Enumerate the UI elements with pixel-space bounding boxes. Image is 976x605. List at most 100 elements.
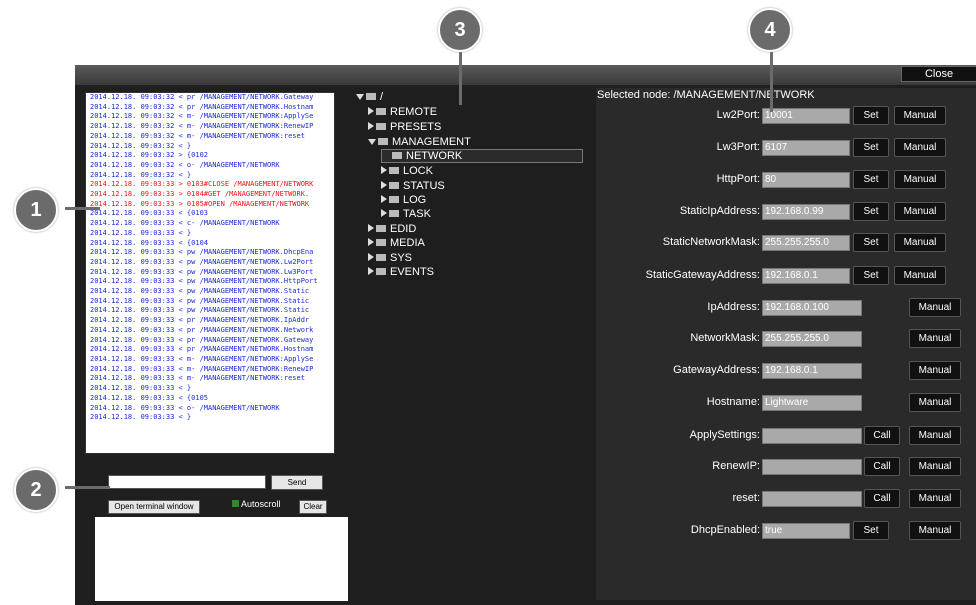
terminal-line: 2014.12.18. 09:03:32 < m- /MANAGEMENT/NE… [90, 112, 314, 121]
chevron-right-icon[interactable] [368, 253, 374, 261]
property-label: IpAddress: [707, 301, 760, 313]
chevron-down-icon[interactable] [368, 139, 376, 145]
chevron-right-icon[interactable] [368, 122, 374, 130]
terminal-line: 2014.12.18. 09:03:33 < m- /MANAGEMENT/NE… [90, 364, 314, 373]
manual-button[interactable]: Manual [894, 138, 946, 157]
tree-root[interactable]: / [356, 91, 383, 103]
chevron-right-icon[interactable] [368, 107, 374, 115]
folder-icon [376, 123, 386, 130]
tree-item-network[interactable]: NETWORK [381, 149, 584, 163]
folder-icon [376, 268, 386, 275]
set-button[interactable]: Set [853, 138, 889, 157]
chevron-right-icon[interactable] [381, 209, 387, 217]
manual-button[interactable]: Manual [909, 426, 961, 445]
set-button[interactable]: Set [853, 266, 889, 285]
property-value-field[interactable]: 80 [762, 172, 850, 188]
manual-button[interactable]: Manual [909, 393, 961, 412]
chevron-right-icon[interactable] [381, 166, 387, 174]
property-value-field[interactable]: 255.255.255.0 [762, 235, 850, 251]
manual-button[interactable]: Manual [894, 266, 946, 285]
terminal-line: 2014.12.18. 09:03:33 > 0105#OPEN /MANAGE… [90, 199, 310, 208]
tree-item-label: STATUS [403, 180, 445, 192]
tree-item-label: REMOTE [390, 106, 438, 118]
property-label: HttpPort: [716, 173, 760, 185]
tree-item-label: SYS [390, 252, 413, 264]
property-value-field[interactable]: 192.168.0.1 [762, 268, 850, 284]
set-button[interactable]: Set [853, 233, 889, 252]
tree-item-lock[interactable]: LOCK [381, 165, 433, 177]
manual-button[interactable]: Manual [894, 106, 946, 125]
tree-item-label: NETWORK [406, 150, 463, 162]
property-value-field[interactable]: 6107 [762, 140, 850, 156]
property-value-field [762, 491, 862, 507]
command-input[interactable] [108, 475, 266, 489]
terminal-line: 2014.12.18. 09:03:33 < {0105 [90, 393, 209, 402]
chevron-right-icon[interactable] [381, 195, 387, 203]
property-value-field[interactable]: 192.168.0.99 [762, 204, 850, 220]
open-terminal-window-button[interactable]: Open terminal window [108, 500, 200, 514]
folder-icon [389, 196, 399, 203]
set-button[interactable]: Set [853, 170, 889, 189]
chevron-right-icon[interactable] [368, 224, 374, 232]
tree-item-label: MANAGEMENT [392, 136, 471, 148]
autoscroll-checkbox[interactable]: Autoscroll [232, 499, 281, 509]
property-value-field[interactable]: true [762, 523, 850, 539]
terminal-line: 2014.12.18. 09:03:33 < pw /MANAGEMENT/NE… [90, 248, 314, 257]
set-button[interactable]: Set [853, 521, 889, 540]
manual-button[interactable]: Manual [909, 298, 961, 317]
property-label: StaticIpAddress: [679, 205, 760, 217]
chevron-right-icon[interactable] [368, 238, 374, 246]
manual-button[interactable]: Manual [894, 233, 946, 252]
terminal-line: 2014.12.18. 09:03:33 < m- /MANAGEMENT/NE… [90, 374, 305, 383]
manual-button[interactable]: Manual [909, 329, 961, 348]
tree-item-sys[interactable]: SYS [368, 252, 412, 264]
tree-item-label: MEDIA [390, 237, 425, 249]
property-label: Lw3Port: [716, 141, 760, 153]
terminal-line: 2014.12.18. 09:03:33 < pw /MANAGEMENT/NE… [90, 277, 318, 286]
tree-item-log[interactable]: LOG [381, 194, 426, 206]
set-button[interactable]: Set [853, 202, 889, 221]
property-value-field[interactable]: 10001 [762, 108, 850, 124]
property-value-field: 255.255.255.0 [762, 331, 862, 347]
set-button[interactable]: Set [853, 106, 889, 125]
checkbox-icon [232, 500, 239, 507]
tree-item-status[interactable]: STATUS [381, 180, 445, 192]
autoscroll-label: Autoscroll [241, 499, 281, 509]
tree-item-events[interactable]: EVENTS [368, 266, 434, 278]
tree-item-presets[interactable]: PRESETS [368, 121, 441, 133]
tree-item-label: PRESETS [390, 121, 442, 133]
manual-button[interactable]: Manual [909, 521, 961, 540]
manual-button[interactable]: Manual [909, 457, 961, 476]
call-button[interactable]: Call [864, 489, 900, 508]
clear-button[interactable]: Clear [299, 500, 327, 514]
tree-item-task[interactable]: TASK [381, 208, 431, 220]
tree-item-management[interactable]: MANAGEMENT [368, 136, 471, 148]
call-button[interactable]: Call [864, 457, 900, 476]
terminal-line: 2014.12.18. 09:03:33 < pw /MANAGEMENT/NE… [90, 267, 314, 276]
terminal-line: 2014.12.18. 09:03:33 < o- /MANAGEMENT/NE… [90, 403, 280, 412]
manual-button[interactable]: Manual [909, 361, 961, 380]
tree-item-edid[interactable]: EDID [368, 223, 416, 235]
terminal-line: 2014.12.18. 09:03:32 < } [90, 170, 192, 179]
manual-button[interactable]: Manual [894, 202, 946, 221]
manual-button[interactable]: Manual [909, 489, 961, 508]
manual-button[interactable]: Manual [894, 170, 946, 189]
chevron-right-icon[interactable] [381, 181, 387, 189]
send-button[interactable]: Send [271, 475, 323, 490]
tree-item-label: EDID [390, 223, 417, 235]
folder-icon [389, 167, 399, 174]
terminal-log[interactable]: 2014.12.18. 09:03:32 < pr /MANAGEMENT/NE… [85, 92, 335, 454]
terminal-line: 2014.12.18. 09:03:33 < pr /MANAGEMENT/NE… [90, 316, 310, 325]
chevron-right-icon[interactable] [368, 267, 374, 275]
tree-item-label: EVENTS [390, 266, 435, 278]
tree-item-media[interactable]: MEDIA [368, 237, 425, 249]
folder-icon [389, 182, 399, 189]
folder-icon [376, 254, 386, 261]
close-button[interactable]: Close [901, 66, 976, 82]
folder-icon [389, 210, 399, 217]
terminal-line: 2014.12.18. 09:03:32 < } [90, 141, 192, 150]
tree-item-remote[interactable]: REMOTE [368, 106, 437, 118]
title-bar [75, 65, 976, 85]
call-button[interactable]: Call [864, 426, 900, 445]
property-label: DhcpEnabled: [690, 524, 760, 536]
